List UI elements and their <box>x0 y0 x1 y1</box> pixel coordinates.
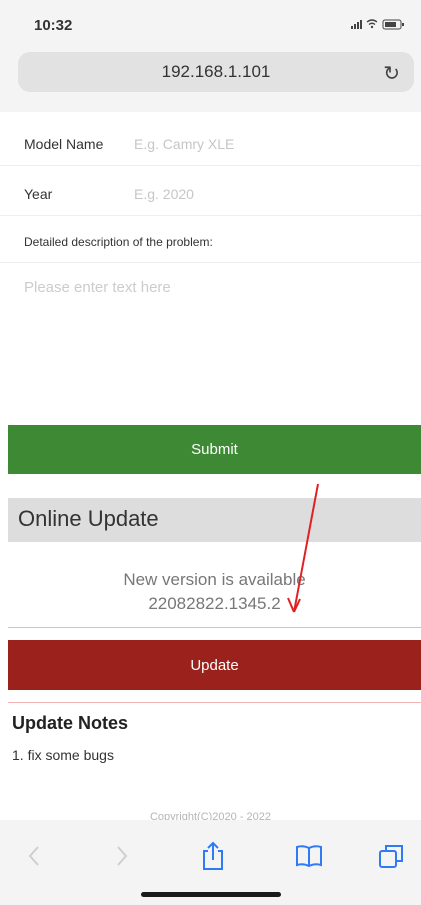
home-indicator[interactable] <box>141 892 281 897</box>
url-text: 192.168.1.101 <box>161 62 271 81</box>
year-label: Year <box>24 186 53 202</box>
version-message: New version is available <box>123 570 306 589</box>
reload-icon[interactable]: ↻ <box>383 61 400 86</box>
status-indicators-icon <box>351 18 407 33</box>
update-button[interactable]: Update <box>8 640 421 690</box>
share-icon[interactable] <box>193 836 233 876</box>
forward-icon[interactable] <box>102 836 142 876</box>
status-time: 10:32 <box>34 17 73 34</box>
address-bar[interactable]: 192.168.1.101 ↻ <box>18 52 414 92</box>
browser-header: 192.168.1.101 ↻ <box>0 40 421 112</box>
model-name-input[interactable] <box>134 132 404 156</box>
online-update-title: Online Update <box>8 498 421 542</box>
update-note-item: 1. fix some bugs <box>12 747 114 763</box>
submit-button[interactable]: Submit <box>8 425 421 474</box>
bookmarks-icon[interactable] <box>289 836 329 876</box>
description-label: Detailed description of the problem: <box>24 235 213 249</box>
version-number: 22082822.1345.2 <box>148 594 281 613</box>
year-row: Year <box>0 170 421 216</box>
back-icon[interactable] <box>14 836 54 876</box>
year-input[interactable] <box>134 182 404 206</box>
tabs-icon[interactable] <box>371 836 411 876</box>
model-name-row: Model Name <box>0 120 421 166</box>
update-notes-title: Update Notes <box>12 713 129 733</box>
description-textarea[interactable] <box>0 262 421 412</box>
model-name-label: Model Name <box>24 136 104 152</box>
